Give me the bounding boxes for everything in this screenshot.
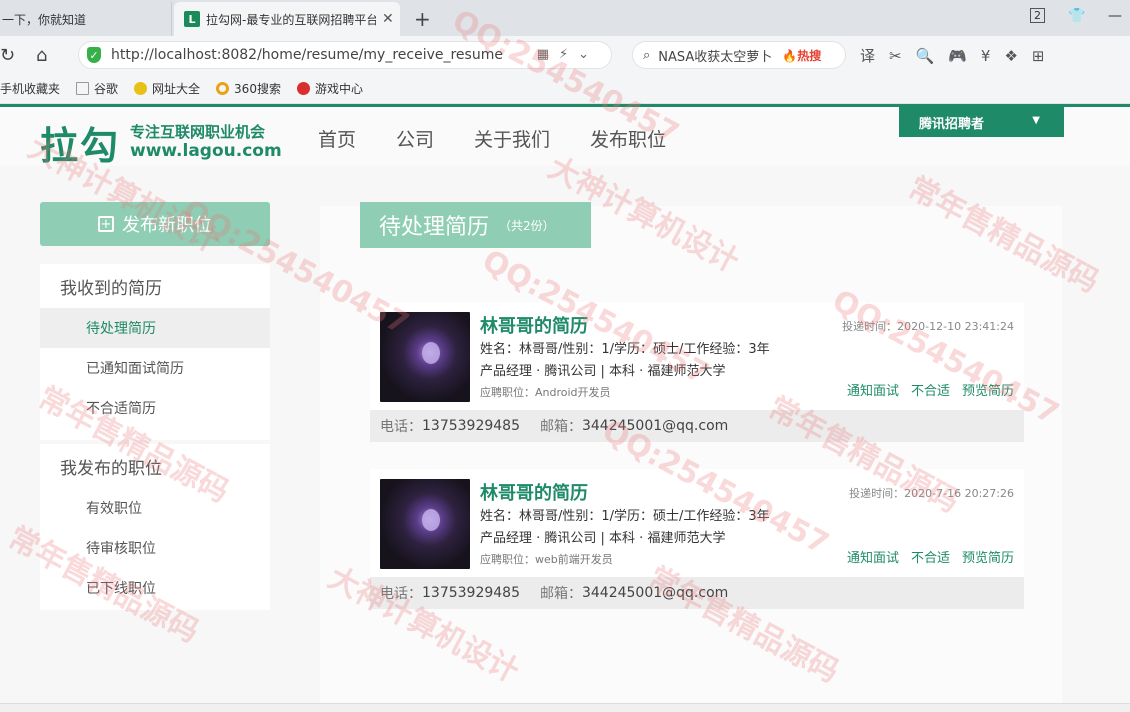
- resume-actions: 通知面试 不合适 预览简历: [835, 380, 1014, 399]
- preview-resume-link[interactable]: 预览简历: [962, 547, 1014, 566]
- phone-value: 13753929485: [422, 585, 520, 601]
- publish-job-button[interactable]: + 发布新职位: [40, 202, 270, 246]
- notify-interview-link[interactable]: 通知面试: [847, 547, 899, 566]
- sidebar-item-active-jobs[interactable]: 有效职位: [40, 488, 270, 528]
- tab-title: 拉勾网-最专业的互联网招聘平台: [206, 12, 376, 27]
- resume-actions: 通知面试 不合适 预览简历: [835, 547, 1014, 566]
- search-input[interactable]: ⌕ NASA收获太空萝卜 🔥热搜: [632, 41, 846, 69]
- home-icon[interactable]: ⌂: [36, 45, 47, 66]
- shield-icon: ✓: [87, 47, 101, 63]
- plus-circle-icon: [134, 82, 148, 95]
- resume-card: 林哥哥的简历 投递时间：2020-12-10 23:41:24 姓名：林哥哥/性…: [370, 302, 1024, 442]
- candidate-background: 产品经理 · 腾讯公司 | 本科 · 福建师范大学: [480, 364, 726, 379]
- extension-icons[interactable]: 译✂🔍🎮¥❖⊞: [860, 45, 1058, 66]
- section-title: 我发布的职位: [60, 458, 162, 479]
- email-value: 344245001@qq.com: [581, 418, 729, 434]
- page-title-text: 待处理简历: [379, 215, 490, 240]
- main-panel: [320, 206, 1062, 712]
- candidate-info: 姓名：林哥哥/性别：1/学历：硕士/工作经验：3年: [480, 342, 770, 357]
- url-tools-icons[interactable]: ▦⚡⌄: [537, 47, 599, 62]
- user-menu-label: 腾讯招聘者: [919, 116, 985, 132]
- candidate-info: 姓名：林哥哥/性别：1/学历：硕士/工作经验：3年: [480, 509, 770, 524]
- applied-position: 应聘职位：Android开发员: [480, 386, 611, 399]
- bookmarks-bar: 手机收藏夹 谷歌 网址大全 360搜索 游戏中心: [0, 74, 1130, 104]
- email-label: 邮箱：: [539, 586, 582, 602]
- unsuitable-link[interactable]: 不合适: [911, 380, 950, 399]
- search-icon: ⌕: [643, 47, 651, 63]
- sidebar-item-interview[interactable]: 已通知面试简历: [40, 348, 270, 388]
- address-bar-row: ↻ ⌂ ✓ http://localhost:8082/home/resume/…: [0, 36, 1130, 74]
- nav-home[interactable]: 首页: [318, 125, 356, 152]
- nav-company[interactable]: 公司: [396, 125, 434, 152]
- contact-row: 电话： 13753929485 邮箱： 344245001@qq.com: [370, 577, 1024, 609]
- contact-row: 电话： 13753929485 邮箱： 344245001@qq.com: [370, 410, 1024, 442]
- main-nav: 首页 公司 关于我们 发布职位: [318, 125, 706, 152]
- lagou-logo-icon: L: [184, 11, 200, 27]
- bookmark-item[interactable]: 网址大全: [134, 80, 200, 97]
- tab-count-badge[interactable]: 2: [1030, 8, 1045, 23]
- bookmark-item[interactable]: 360搜索: [216, 80, 281, 97]
- unsuitable-link[interactable]: 不合适: [911, 547, 950, 566]
- plus-icon: +: [98, 216, 114, 232]
- nav-about[interactable]: 关于我们: [474, 125, 550, 152]
- section-title: 我收到的简历: [60, 278, 162, 299]
- candidate-background: 产品经理 · 腾讯公司 | 本科 · 福建师范大学: [480, 531, 726, 546]
- resume-count: （共2份）: [499, 218, 555, 233]
- search-text: NASA收获太空萝卜: [658, 49, 773, 65]
- tab-title: 一下，你就知道: [2, 12, 87, 27]
- reload-icon[interactable]: ↻: [0, 45, 15, 66]
- game-icon: [296, 82, 310, 95]
- submit-time: 投递时间：2020-7-16 20:27:26: [849, 487, 1014, 500]
- url-text: http://localhost:8082/home/resume/my_rec…: [111, 47, 503, 63]
- phone-label: 电话：: [380, 419, 422, 435]
- browser-tab[interactable]: 一下，你就知道: [0, 2, 172, 36]
- hot-search-badge[interactable]: 🔥热搜: [782, 47, 821, 64]
- sidebar-item-pending[interactable]: 待处理简历: [40, 308, 270, 348]
- sidebar-item-pending-jobs[interactable]: 待审核职位: [40, 528, 270, 568]
- applied-position: 应聘职位：web前端开发员: [480, 553, 613, 566]
- nav-post-job[interactable]: 发布职位: [590, 125, 666, 152]
- resume-card: 林哥哥的简历 投递时间：2020-7-16 20:27:26 姓名：林哥哥/性别…: [370, 469, 1024, 609]
- avatar[interactable]: [380, 312, 470, 402]
- site-url: www.lagou.com: [130, 141, 282, 161]
- submit-time: 投递时间：2020-12-10 23:41:24: [842, 320, 1014, 333]
- sidebar-item-unsuitable[interactable]: 不合适简历: [40, 388, 270, 428]
- email-label: 邮箱：: [539, 419, 582, 435]
- site-slogan: 专注互联网职业机会: [130, 123, 266, 141]
- resume-name[interactable]: 林哥哥的简历: [480, 312, 588, 338]
- page-icon: [76, 82, 90, 95]
- user-menu-dropdown[interactable]: 腾讯招聘者 ▼: [899, 107, 1064, 137]
- browser-tab-active[interactable]: L 拉勾网-最专业的互联网招聘平台 ✕: [174, 2, 400, 36]
- email-value: 344245001@qq.com: [581, 585, 729, 601]
- avatar[interactable]: [380, 479, 470, 569]
- close-icon[interactable]: ✕: [382, 11, 394, 27]
- status-strip: [0, 703, 1130, 712]
- publish-job-label: 发布新职位: [122, 215, 212, 236]
- minimize-icon[interactable]: —: [1108, 8, 1122, 24]
- 360-icon: [216, 82, 230, 95]
- url-input[interactable]: ✓ http://localhost:8082/home/resume/my_r…: [78, 41, 612, 69]
- resume-name[interactable]: 林哥哥的简历: [480, 479, 588, 505]
- bookmark-item[interactable]: 游戏中心: [296, 80, 363, 97]
- browser-tab-bar: 一下，你就知道 L 拉勾网-最专业的互联网招聘平台 ✕ + 2 👕 —: [0, 0, 1130, 36]
- caret-down-icon: ▼: [1032, 115, 1040, 126]
- page-title: 待处理简历 （共2份）: [360, 202, 591, 248]
- preview-resume-link[interactable]: 预览简历: [962, 380, 1014, 399]
- phone-value: 13753929485: [422, 418, 520, 434]
- posted-jobs-section: 我发布的职位 有效职位 待审核职位 已下线职位: [40, 444, 270, 610]
- site-header: 拉勾 专注互联网职业机会 www.lagou.com 首页 公司 关于我们 发布…: [0, 104, 1130, 168]
- received-resumes-section: 我收到的简历 待处理简历 已通知面试简历 不合适简历: [40, 264, 270, 440]
- bookmark-item[interactable]: 手机收藏夹: [0, 80, 60, 97]
- sidebar-item-offline-jobs[interactable]: 已下线职位: [40, 568, 270, 608]
- shirt-icon[interactable]: 👕: [1068, 8, 1085, 24]
- notify-interview-link[interactable]: 通知面试: [847, 380, 899, 399]
- bookmark-item[interactable]: 谷歌: [76, 80, 118, 97]
- new-tab-button[interactable]: +: [414, 7, 431, 31]
- phone-label: 电话：: [380, 586, 422, 602]
- site-logo[interactable]: 拉勾: [40, 115, 120, 170]
